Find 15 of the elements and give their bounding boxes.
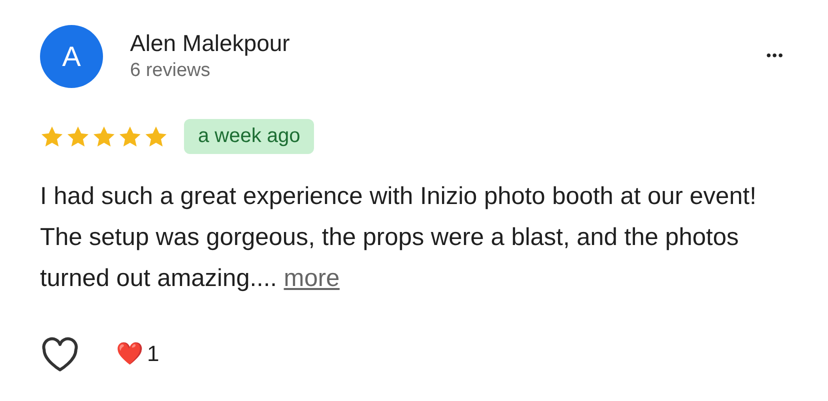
star-icon — [144, 124, 168, 148]
star-icon — [66, 124, 90, 148]
star-icon — [92, 124, 116, 148]
review-time: a week ago — [184, 119, 314, 154]
review-text: I had such a great experience with Inizio photo booth at our event! The setup was gorgeous, the props were a blast, and the photos turned out amazing.... more — [40, 182, 758, 294]
star-icon — [40, 124, 64, 148]
review-count: 6 reviews — [130, 59, 212, 83]
more-link[interactable]: more — [284, 265, 340, 292]
like-button[interactable] — [40, 335, 80, 373]
author-name: Alen Malekpour — [130, 29, 291, 58]
reaction-emoji: ❤ — [116, 341, 143, 367]
avatar: A — [40, 25, 103, 88]
star-icon — [118, 124, 142, 148]
more-options-button[interactable]: ••• — [766, 47, 784, 63]
reaction-count: 1 — [147, 341, 160, 367]
